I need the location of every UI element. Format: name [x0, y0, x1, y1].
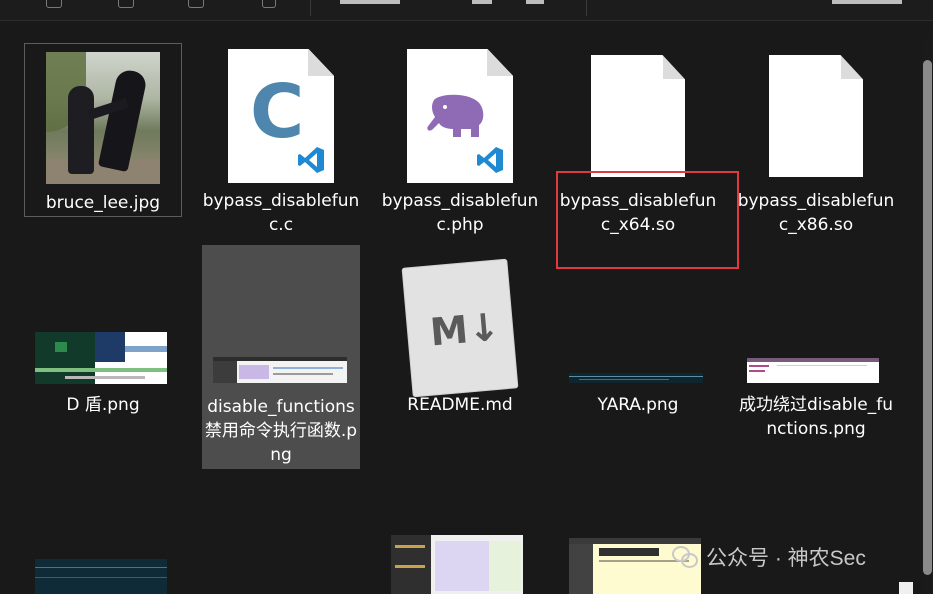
file-tile[interactable]: disable_functions 禁用命令执行函数.png	[202, 245, 360, 469]
details-button[interactable]	[832, 0, 902, 4]
screenshot-thumbnail	[747, 358, 879, 383]
screenshot-thumbnail[interactable]	[35, 559, 167, 594]
file-name: YARA.png	[597, 395, 679, 415]
file-name: bypass_disablefunc.php	[381, 191, 539, 235]
vscode-icon	[298, 147, 324, 173]
view-button[interactable]	[472, 0, 492, 4]
image-thumbnail	[25, 52, 181, 184]
file-name: 成功绕过disable_functions.png	[738, 395, 894, 439]
file-tile[interactable]: D 盾.png	[24, 244, 182, 444]
file-tile[interactable]: 成功绕过disable_functions.png	[737, 244, 895, 468]
resize-grip[interactable]	[899, 582, 913, 594]
file-name: disable_functions 禁用命令执行函数.png	[204, 397, 358, 465]
copy-icon[interactable]	[46, 0, 62, 8]
file-name: bypass_disablefunc_x86.so	[737, 191, 895, 235]
php-file-icon	[381, 49, 539, 183]
screenshot-thumbnail	[213, 357, 347, 383]
rename-icon[interactable]	[188, 0, 204, 8]
watermark: 公众号 · 神农Sec	[672, 540, 866, 574]
toolbar-divider	[310, 0, 311, 16]
toolbar	[0, 0, 933, 21]
c-file-icon: C	[202, 49, 360, 183]
file-tile[interactable]: C bypass_disablefunc.c	[202, 43, 360, 243]
markdown-file-icon: M↓	[381, 259, 539, 397]
toolbar-divider	[586, 0, 587, 16]
file-tile[interactable]: bypass_disablefunc_x86.so	[737, 43, 895, 243]
sort-button[interactable]	[340, 0, 400, 4]
watermark-text: 公众号 · 神农Sec	[706, 547, 866, 570]
vscode-icon	[477, 147, 503, 173]
file-tile[interactable]: YARA.png	[559, 244, 717, 444]
screenshot-thumbnail	[569, 373, 703, 383]
file-tile[interactable]: bruce_lee.jpg	[24, 43, 182, 217]
delete-icon[interactable]	[262, 0, 276, 8]
screenshot-thumbnail	[35, 332, 167, 384]
file-name: bypass_disablefunc.c	[202, 191, 360, 235]
file-name: README.md	[407, 395, 513, 415]
file-name: D 盾.png	[66, 395, 140, 415]
file-tile[interactable]: bypass_disablefunc.php	[381, 43, 539, 243]
file-name: bruce_lee.jpg	[45, 193, 161, 213]
file-grid: bruce_lee.jpg C bypass_disablefunc.c byp…	[0, 34, 922, 594]
filter-button[interactable]	[526, 0, 544, 4]
file-icon	[559, 55, 717, 177]
highlight-box	[556, 171, 739, 269]
elephant-icon	[427, 94, 484, 137]
scrollbar-thumb[interactable]	[923, 60, 932, 575]
share-icon[interactable]	[118, 0, 134, 8]
file-tile[interactable]: M↓ README.md	[381, 244, 539, 444]
file-icon	[737, 55, 895, 177]
screenshot-thumbnail[interactable]	[391, 535, 523, 594]
wechat-icon	[672, 546, 698, 568]
